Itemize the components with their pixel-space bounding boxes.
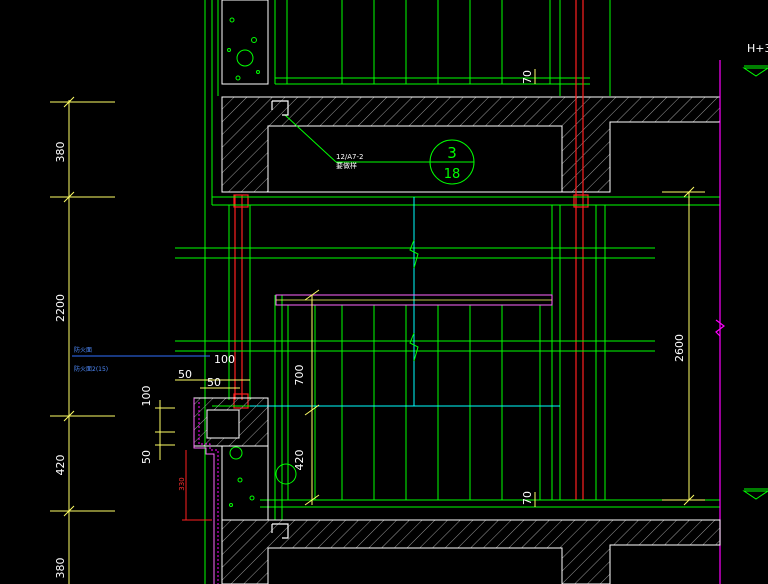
upper-floor-slab xyxy=(221,96,721,193)
level-marker-bottom xyxy=(742,488,768,500)
window-horizontal-lines xyxy=(175,196,720,508)
cad-section-drawing: 380 2200 420 380 700 420 70 70 2600 H+ 3… xyxy=(50,0,768,584)
lower-floor-slab xyxy=(221,519,721,584)
dim-420-window: 420 xyxy=(293,450,306,471)
dim-70-bottom: 70 xyxy=(521,491,534,505)
callout-leader-text-2: 要做样 xyxy=(336,161,357,170)
dim-420-left: 420 xyxy=(54,455,67,476)
window-vertical-lines xyxy=(228,205,606,520)
dim-2600: 2600 xyxy=(673,334,686,362)
level-mark-text: H+3 xyxy=(747,42,768,55)
callout-leader-text-1: 12/A7-2 xyxy=(336,153,364,161)
callout-top-number: 3 xyxy=(447,144,457,162)
upper-vertical-lines xyxy=(204,0,611,584)
dim-70-top: 70 xyxy=(521,70,534,84)
dim-2200: 2200 xyxy=(54,294,67,322)
dim-50-horizontal-2: 50 xyxy=(207,376,221,389)
dim-50-horizontal: 50 xyxy=(178,368,192,381)
level-marker-top xyxy=(742,65,768,77)
callout-bottom-number: 18 xyxy=(444,167,461,182)
dim-700: 700 xyxy=(293,365,306,386)
upper-wall-block xyxy=(221,0,269,85)
dim-100-horizontal: 100 xyxy=(214,353,235,366)
dim-380-top: 380 xyxy=(54,142,67,163)
dim-100-vertical: 100 xyxy=(140,386,153,407)
dim-380-bottom: 380 xyxy=(54,558,67,579)
dim-330-red: 330 xyxy=(178,477,186,490)
blue-note-1: 防火面 xyxy=(74,346,92,354)
dim-50-vertical: 50 xyxy=(140,450,153,464)
blue-note-2: 防火面2(15) xyxy=(74,365,108,373)
left-dimension-chain xyxy=(50,96,115,584)
right-axis-magenta xyxy=(715,60,725,584)
